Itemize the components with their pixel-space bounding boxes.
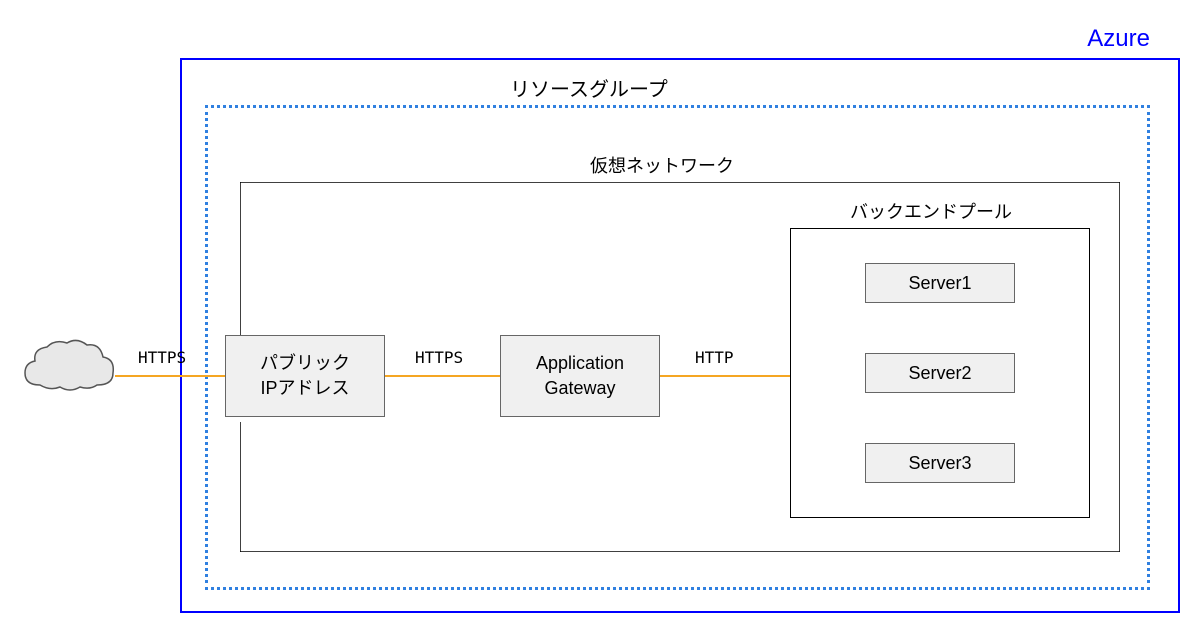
public-ip-text: パブリック IPアドレス <box>260 351 350 401</box>
backend-pool-label: バックエンドプール <box>850 198 1012 224</box>
server1-text: Server1 <box>908 273 971 294</box>
connection-appgw-backend <box>660 375 790 377</box>
connection-pip-appgw <box>385 375 500 377</box>
appgw-text: Application Gateway <box>536 351 624 401</box>
server3-text: Server3 <box>908 453 971 474</box>
vnet-label: 仮想ネットワーク <box>590 152 734 178</box>
public-ip-node: パブリック IPアドレス <box>225 335 385 417</box>
protocol-label-2: HTTPS <box>415 348 463 367</box>
server2-node: Server2 <box>865 353 1015 393</box>
protocol-label-3: HTTP <box>695 348 734 367</box>
connection-cloud-pip <box>115 375 225 377</box>
protocol-label-1: HTTPS <box>138 348 186 367</box>
server2-text: Server2 <box>908 363 971 384</box>
server1-node: Server1 <box>865 263 1015 303</box>
azure-label: Azure <box>1087 25 1150 53</box>
resource-group-label: リソースグループ <box>510 73 668 102</box>
cloud-icon <box>15 335 120 405</box>
server3-node: Server3 <box>865 443 1015 483</box>
application-gateway-node: Application Gateway <box>500 335 660 417</box>
